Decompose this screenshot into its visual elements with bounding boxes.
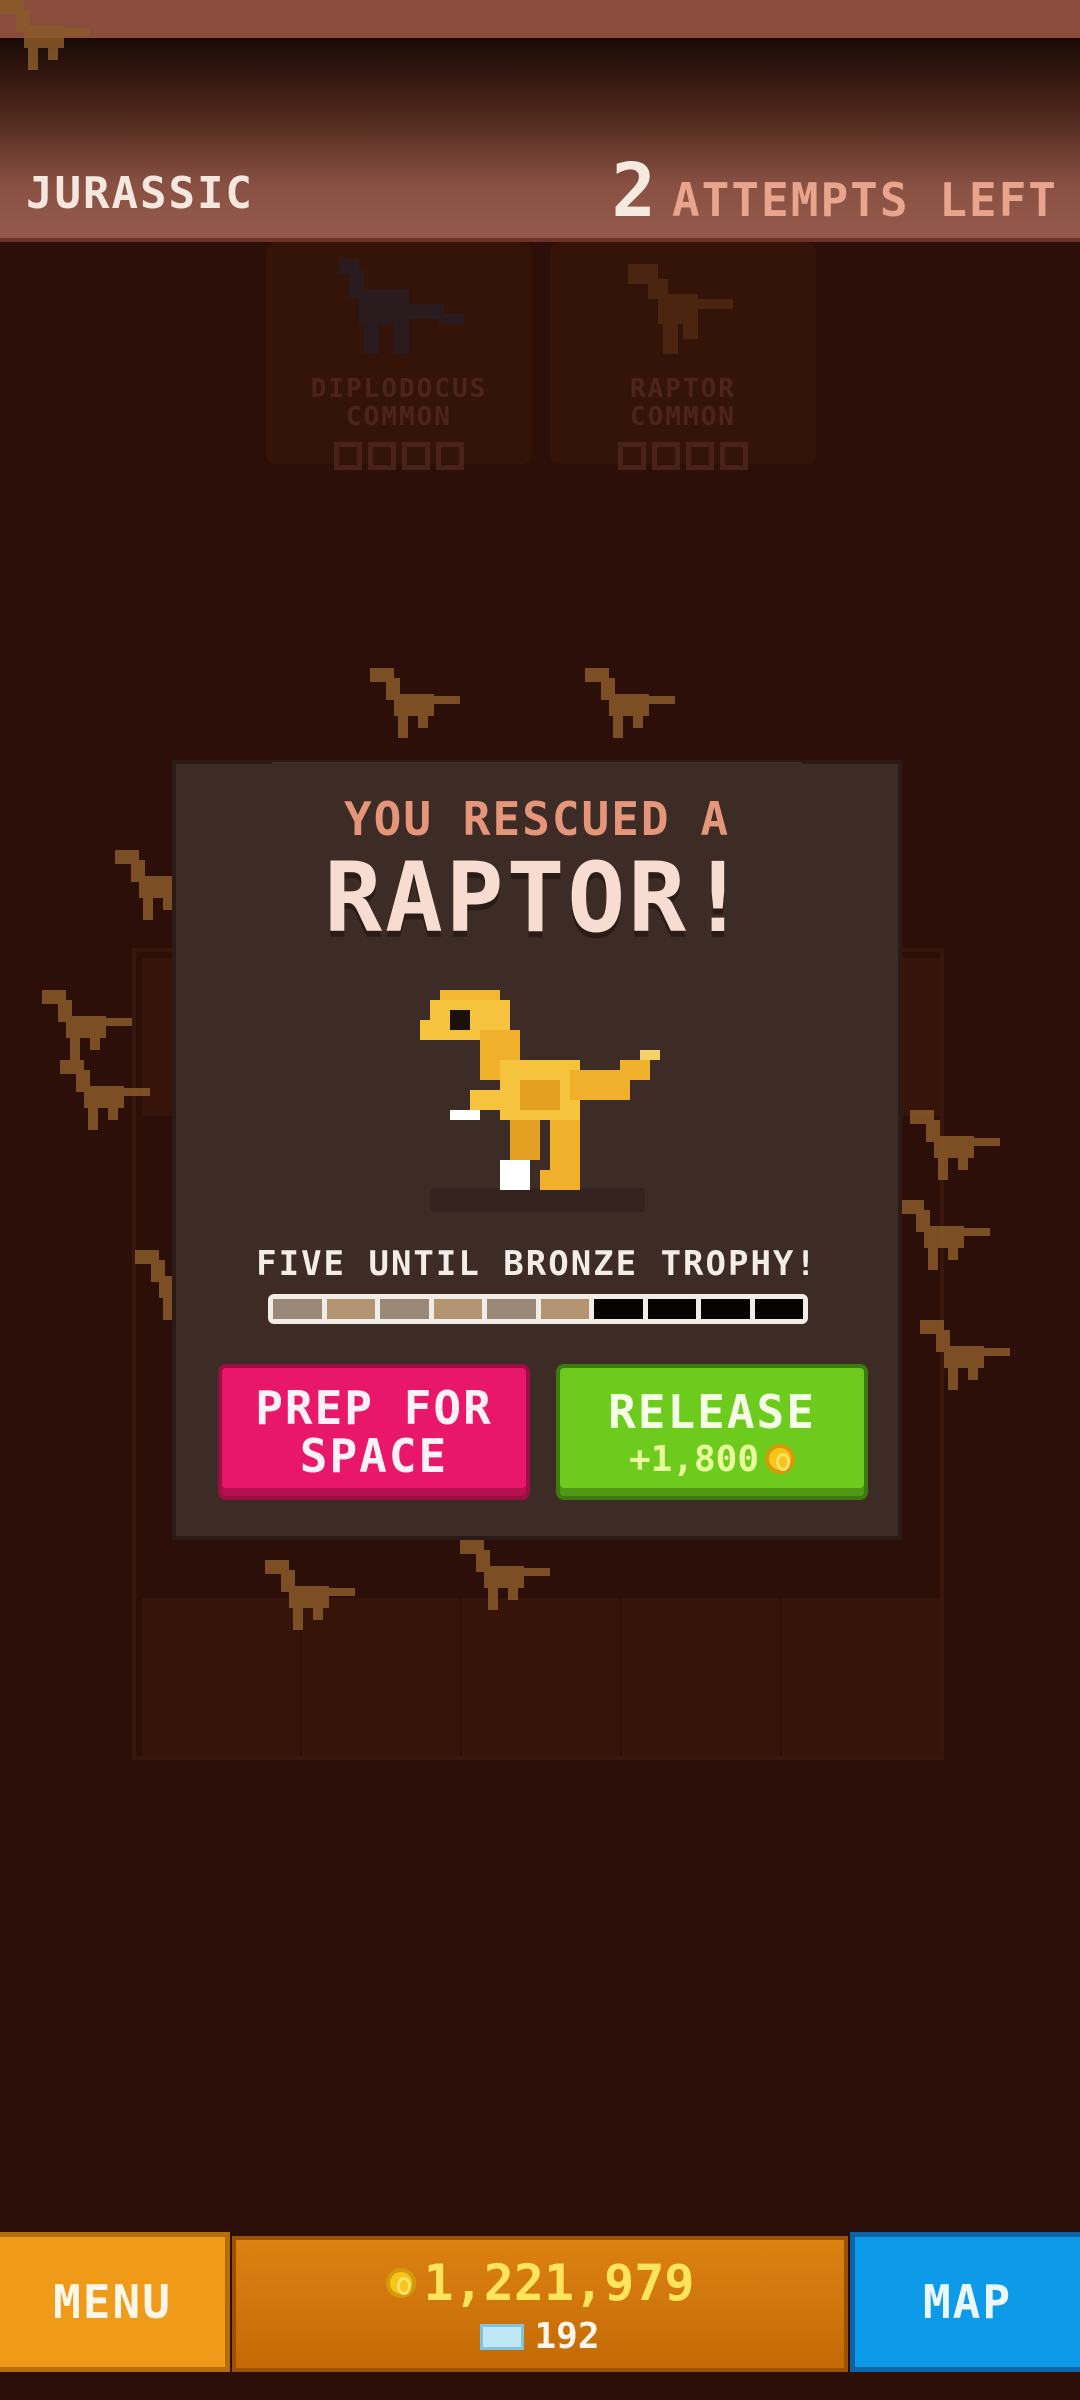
release-reward-amount: +1,800	[628, 1438, 760, 1480]
menu-button[interactable]: MENU	[0, 2232, 230, 2372]
raptor-icon	[420, 990, 660, 1190]
collection-rarity: COMMON	[630, 402, 736, 432]
collection-card-diplodocus: DIPLODOCUS COMMON	[266, 242, 532, 470]
collection-slots	[550, 442, 816, 470]
trophy-progress-text: FIVE UNTIL BRONZE TROPHY!	[256, 1244, 818, 1284]
era-header: JURASSIC 2 ATTEMPTS LEFT	[0, 38, 1080, 242]
diplodocus-icon	[339, 259, 464, 354]
release-reward: +1,800	[560, 1439, 864, 1480]
progress-segment	[380, 1299, 429, 1319]
collection-slots	[266, 442, 532, 470]
progress-segment	[433, 1299, 482, 1319]
status-strip	[0, 0, 1080, 38]
attempts-label: ATTEMPTS LEFT	[671, 173, 1058, 227]
map-button[interactable]: MAP	[850, 2232, 1080, 2372]
collection-rarity: COMMON	[346, 402, 452, 432]
progress-segment	[487, 1299, 536, 1319]
coin-icon	[765, 1444, 796, 1474]
progress-segment	[273, 1299, 322, 1319]
rescue-heading: YOU RESCUED A	[343, 792, 731, 846]
attempts-counter: 2 ATTEMPTS LEFT	[611, 148, 1058, 234]
prep-for-space-button[interactable]: PREP FOR SPACE	[218, 1364, 530, 1500]
prep-label-line2: SPACE	[299, 1429, 449, 1483]
attempts-count: 2	[611, 148, 656, 234]
dig-cell[interactable]	[302, 1598, 460, 1756]
era-title: JURASSIC	[26, 168, 254, 219]
dig-cell[interactable]	[782, 1598, 940, 1756]
collection-card-raptor: RAPTOR COMMON	[550, 242, 816, 470]
dig-cell[interactable]	[622, 1598, 780, 1756]
release-label: RELEASE	[608, 1384, 816, 1439]
progress-segment	[701, 1299, 750, 1319]
dig-cell[interactable]	[142, 1598, 300, 1756]
collection-name: RAPTOR	[630, 374, 736, 404]
progress-segment	[540, 1299, 589, 1319]
rescued-dino-name: RAPTOR!	[324, 842, 750, 954]
trophy-progress-bar	[268, 1294, 808, 1324]
collection-name: DIPLODOCUS	[310, 374, 488, 404]
coin-icon	[385, 2268, 416, 2298]
gem-icon	[480, 2323, 525, 2350]
coin-amount: 1,221,979	[423, 2254, 695, 2312]
coin-balance: 1,221,979	[236, 2254, 844, 2312]
dig-cell[interactable]	[462, 1598, 620, 1756]
gem-balance: 192	[236, 2316, 844, 2357]
gem-amount: 192	[534, 2316, 600, 2357]
progress-segment	[594, 1299, 643, 1319]
wallet-panel: 1,221,979 192	[232, 2236, 848, 2372]
progress-segment	[326, 1299, 375, 1319]
progress-segment	[754, 1299, 803, 1319]
progress-segment	[647, 1299, 696, 1319]
raptor-icon	[628, 264, 733, 354]
prep-label-line1: PREP FOR	[255, 1380, 493, 1435]
release-button[interactable]: RELEASE +1,800	[556, 1364, 868, 1500]
